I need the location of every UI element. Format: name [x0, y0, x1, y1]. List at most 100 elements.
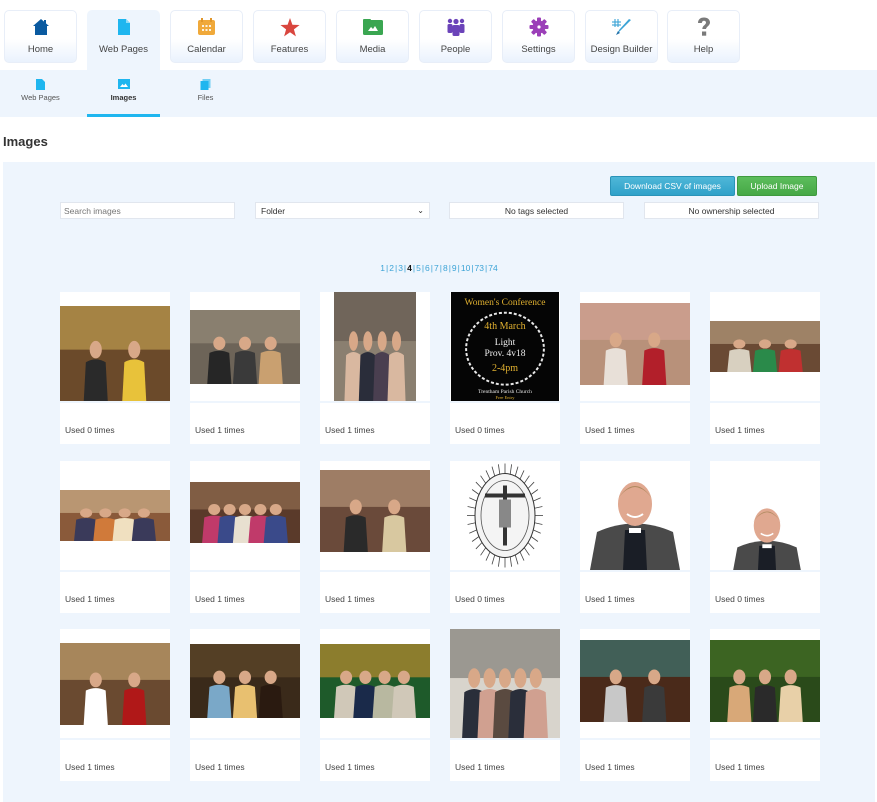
image-thumbnail[interactable]: Women's Conference 4th March Light Prov. 4v…	[450, 292, 560, 401]
usage-count: Used 1 times	[195, 762, 245, 772]
subnav-files[interactable]: Files	[169, 70, 242, 117]
image-card-footer: Used 1 times	[320, 571, 430, 613]
pagination-page-link[interactable]: 74	[488, 263, 497, 273]
image-card-footer: Used 1 times	[580, 403, 690, 444]
tags-filter-label: No tags selected	[504, 205, 569, 216]
nav-tab-people[interactable]: People	[419, 10, 492, 63]
image-thumbnail[interactable]	[710, 292, 820, 401]
nav-tab-help[interactable]: Help	[667, 10, 740, 63]
nav-tab-features[interactable]: Features	[253, 10, 326, 63]
nav-tab-label: Calendar	[187, 44, 226, 55]
usage-count: Used 0 times	[65, 425, 115, 435]
svg-text:2-4pm: 2-4pm	[492, 363, 518, 374]
subnav-web-pages[interactable]: Web Pages	[4, 70, 77, 117]
usage-count: Used 1 times	[455, 762, 505, 772]
nav-tab-label: Design Builder	[590, 44, 653, 55]
image-thumbnail[interactable]	[710, 629, 820, 738]
image-thumbnail[interactable]	[320, 629, 430, 738]
image-card: Used 1 times	[190, 460, 300, 613]
usage-count: Used 1 times	[585, 762, 635, 772]
image-thumbnail[interactable]	[320, 292, 430, 401]
home-icon	[5, 17, 76, 37]
ownership-filter[interactable]: No ownership selected	[644, 202, 819, 219]
upload-image-button[interactable]: Upload Image	[737, 176, 817, 196]
nav-tab-design-builder[interactable]: Design Builder	[585, 10, 658, 63]
thumbnail-image	[320, 470, 430, 552]
image-card: Used 1 times	[320, 629, 430, 781]
usage-count: Used 1 times	[715, 762, 765, 772]
image-card-footer: Used 1 times	[710, 403, 820, 444]
thumbnail-image	[450, 629, 560, 738]
image-icon	[87, 78, 160, 90]
image-thumbnail[interactable]	[320, 460, 430, 570]
nav-tab-label: Media	[359, 44, 386, 55]
image-card-footer: Used 1 times	[710, 740, 820, 781]
thumbnail-image	[190, 643, 300, 718]
star-icon	[254, 17, 325, 37]
nav-tab-web-pages[interactable]: Web Pages	[87, 10, 160, 70]
image-card: Used 1 times	[60, 460, 170, 613]
nav-tab-label: Settings	[521, 44, 556, 55]
images-panel: Download CSV of images Upload Image Fold…	[3, 162, 875, 802]
pagination-page-link[interactable]: 73	[475, 263, 484, 273]
image-card-footer: Used 1 times	[580, 740, 690, 781]
image-thumbnail[interactable]	[190, 292, 300, 401]
image-card: Used 1 times	[320, 460, 430, 613]
image-thumbnail[interactable]	[190, 460, 300, 570]
nav-tab-calendar[interactable]: Calendar	[170, 10, 243, 63]
image-thumbnail[interactable]	[60, 292, 170, 401]
usage-count: Used 1 times	[65, 762, 115, 772]
nav-tab-home[interactable]: Home	[4, 10, 77, 63]
search-field	[60, 202, 235, 219]
nav-tab-settings[interactable]: Settings	[502, 10, 575, 63]
search-input[interactable]	[64, 205, 234, 216]
thumbnail-image	[190, 309, 300, 384]
image-card-footer: Used 1 times	[190, 571, 300, 613]
image-card-footer: Used 0 times	[450, 403, 560, 444]
svg-text:Prov. 4v18: Prov. 4v18	[484, 349, 525, 359]
nav-tab-label: Features	[270, 44, 309, 55]
folder-select-value: Folder	[261, 205, 286, 216]
image-card-footer: Used 1 times	[580, 571, 690, 613]
people-icon	[420, 17, 491, 37]
image-thumbnail[interactable]	[580, 460, 690, 570]
image-card-footer: Used 1 times	[60, 571, 170, 613]
pagination-page-link[interactable]: 10	[461, 263, 470, 273]
image-thumbnail[interactable]	[60, 629, 170, 738]
image-card: Used 1 times	[580, 629, 690, 781]
pagination-page-link[interactable]: 9	[452, 263, 457, 273]
folder-select[interactable]: Folder ⌄	[255, 202, 430, 219]
image-thumbnail[interactable]	[60, 460, 170, 570]
usage-count: Used 0 times	[455, 425, 505, 435]
image-card: Used 1 times	[320, 292, 430, 444]
image-thumbnail[interactable]	[580, 292, 690, 401]
tags-filter[interactable]: No tags selected	[449, 202, 624, 219]
image-thumbnail[interactable]	[580, 629, 690, 738]
nav-tab-media[interactable]: Media	[336, 10, 409, 63]
usage-count: Used 1 times	[65, 593, 115, 604]
subnav-images[interactable]: Images	[87, 70, 160, 117]
download-csv-button[interactable]: Download CSV of images	[610, 176, 735, 196]
design-builder-icon	[586, 17, 657, 37]
pagination: 1|2|3|4|5|6|7|8|9|10|73|74	[3, 263, 875, 273]
image-card-footer: Used 1 times	[320, 740, 430, 781]
image-thumbnail[interactable]	[450, 629, 560, 738]
image-thumbnail[interactable]	[710, 460, 820, 570]
nav-tab-label: Home	[27, 44, 54, 55]
usage-count: Used 1 times	[195, 425, 245, 435]
image-card: Used 1 times	[710, 292, 820, 444]
thumbnail-image	[60, 642, 170, 725]
pagination-page-link[interactable]: 8	[443, 263, 448, 273]
image-card-footer: Used 1 times	[60, 740, 170, 781]
thumbnail-image	[710, 321, 820, 372]
usage-count: Used 1 times	[325, 762, 375, 772]
subnav-label: Web Pages	[21, 93, 60, 102]
image-thumbnail[interactable]	[450, 460, 560, 570]
image-thumbnail[interactable]	[190, 629, 300, 738]
usage-count: Used 1 times	[585, 425, 635, 435]
sub-navigation: Web Pages Images Files	[0, 70, 877, 117]
web-page-icon	[88, 17, 159, 37]
nav-tab-label: Web Pages	[99, 44, 148, 55]
nav-tab-label: People	[440, 44, 471, 55]
media-icon	[337, 17, 408, 37]
